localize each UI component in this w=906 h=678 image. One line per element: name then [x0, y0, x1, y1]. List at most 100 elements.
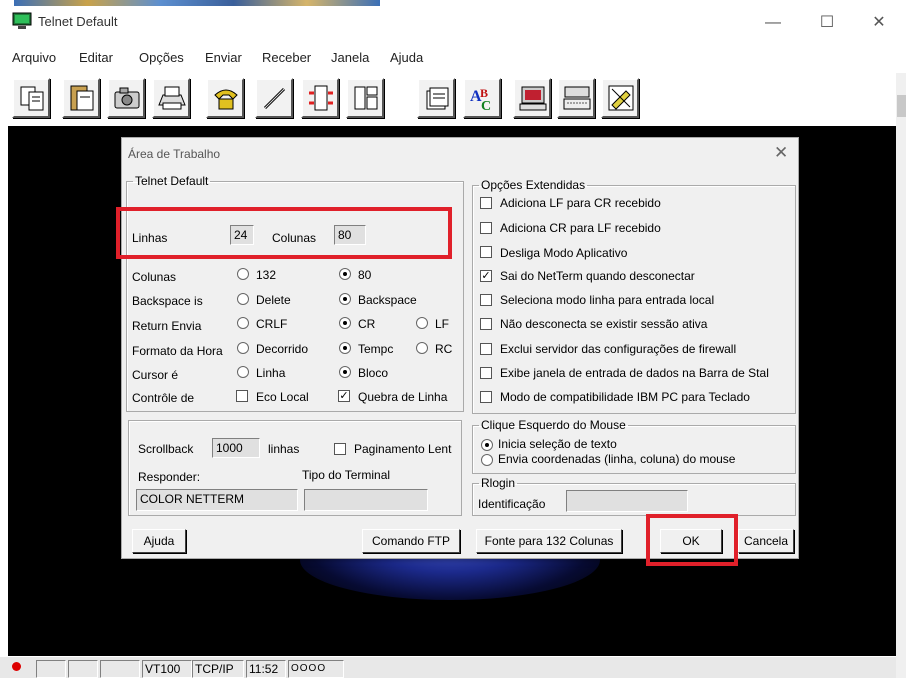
radio-bloco-label: Bloco	[358, 366, 389, 380]
print-icon[interactable]	[152, 78, 190, 118]
radio-crlf[interactable]	[237, 317, 249, 329]
paste-icon[interactable]	[62, 78, 100, 118]
identificacao-field[interactable]	[566, 490, 688, 512]
scrollback-label: Scrollback	[138, 442, 194, 456]
menu-enviar[interactable]: Enviar	[205, 50, 242, 65]
scrollbar-thumb[interactable]	[897, 95, 906, 117]
menu-opcoes[interactable]: Opções	[139, 50, 184, 65]
color-icon[interactable]	[601, 78, 639, 118]
ext-label-8: Modo de compatibilidade IBM PC para Tecl…	[500, 390, 750, 404]
row-hora-label: Formato da Hora	[132, 344, 223, 358]
help-button[interactable]: Ajuda	[132, 529, 186, 553]
ext-checkbox-6[interactable]	[480, 343, 492, 355]
group-telnet-default-label: Telnet Default	[135, 174, 209, 188]
ftp-command-button[interactable]: Comando FTP	[362, 529, 460, 553]
radio-delete-label: Delete	[256, 293, 291, 307]
radio-132[interactable]	[237, 268, 249, 280]
radio-lf[interactable]	[416, 317, 428, 329]
ext-checkbox-1[interactable]	[480, 222, 492, 234]
close-button[interactable]: ✕	[856, 10, 902, 36]
radio-inicia-selecao-label: Inicia seleção de texto	[498, 437, 617, 451]
radio-rc[interactable]	[416, 342, 428, 354]
group-mouse-label: Clique Esquerdo do Mouse	[481, 418, 626, 432]
highlight-linhas-colunas	[116, 207, 452, 259]
status-proto: TCP/IP	[192, 660, 244, 678]
ext-label-6: Exclui servidor das configurações de fir…	[500, 342, 737, 356]
menu-arquivo[interactable]: Arquivo	[12, 50, 56, 65]
layout-icon[interactable]	[346, 78, 384, 118]
ext-checkbox-7[interactable]	[480, 367, 492, 379]
row-controle-label: Contrôle de	[132, 391, 195, 405]
ext-label-1: Adiciona CR para LF recebido	[500, 221, 661, 235]
scrollback-field[interactable]: 1000	[212, 438, 260, 458]
radio-backspace-label: Backspace	[358, 293, 417, 307]
transfer-icon[interactable]	[301, 78, 339, 118]
cancel-button[interactable]: Cancela	[738, 529, 794, 553]
ext-label-5: Não desconecta se existir sessão ativa	[500, 317, 708, 331]
checkbox-quebra-linha-label: Quebra de Linha	[358, 390, 448, 404]
status-time: 11:52	[246, 660, 286, 678]
identificacao-label: Identificação	[478, 497, 546, 511]
radio-envia-coordenadas-label: Envia coordenadas (linha, coluna) do mou…	[498, 452, 736, 466]
ext-checkbox-2[interactable]	[480, 246, 492, 258]
maximize-button[interactable]: ☐	[804, 10, 850, 36]
radio-envia-coordenadas[interactable]	[481, 454, 493, 466]
responder-field[interactable]: COLOR NETTERM	[136, 489, 298, 511]
files-icon[interactable]	[417, 78, 455, 118]
radio-tempo[interactable]	[339, 342, 351, 354]
radio-backspace[interactable]	[339, 293, 351, 305]
menu-janela[interactable]: Janela	[331, 50, 369, 65]
spellcheck-icon[interactable]: ABC	[463, 78, 501, 118]
menu-receber[interactable]: Receber	[262, 50, 311, 65]
vertical-scrollbar[interactable]	[896, 73, 906, 678]
menu-editar[interactable]: Editar	[79, 50, 113, 65]
status-term: VT100	[142, 660, 192, 678]
app-icon	[12, 12, 32, 30]
radio-linha[interactable]	[237, 366, 249, 378]
checkbox-quebra-linha[interactable]: ✓	[338, 390, 350, 402]
tipo-terminal-field[interactable]	[304, 489, 428, 511]
tipo-terminal-label: Tipo do Terminal	[302, 468, 391, 482]
radio-decorrido-label: Decorrido	[256, 342, 309, 356]
checkbox-paginamento[interactable]	[334, 443, 346, 455]
row-cursor-label: Cursor é	[132, 368, 179, 382]
camera-icon[interactable]	[107, 78, 145, 118]
checkbox-eco-local-label: Eco Local	[256, 390, 309, 404]
font-132-button[interactable]: Fonte para 132 Colunas	[476, 529, 622, 553]
ext-label-4: Seleciona modo linha para entrada local	[500, 293, 715, 307]
radio-inicia-selecao[interactable]	[481, 439, 493, 451]
background-strip	[14, 0, 380, 6]
radio-132-label: 132	[256, 268, 277, 282]
status-cell-blank1	[36, 660, 66, 678]
radio-lf-label: LF	[435, 317, 450, 331]
ext-checkbox-8[interactable]	[480, 391, 492, 403]
checkbox-eco-local[interactable]	[236, 390, 248, 402]
edit-icon[interactable]	[255, 78, 293, 118]
radio-80[interactable]	[339, 268, 351, 280]
svg-text:B: B	[480, 86, 488, 100]
status-cell-blank2	[68, 660, 98, 678]
radio-bloco[interactable]	[339, 366, 351, 378]
radio-decorrido[interactable]	[237, 342, 249, 354]
minimize-button[interactable]: —	[750, 10, 796, 36]
ext-checkbox-5[interactable]	[480, 318, 492, 330]
ext-checkbox-3[interactable]: ✓	[480, 270, 492, 282]
ext-label-2: Desliga Modo Aplicativo	[500, 246, 628, 260]
group-opcoes-extendidas-label: Opções Extendidas	[481, 178, 586, 192]
ext-checkbox-4[interactable]	[480, 294, 492, 306]
copy-icon[interactable]	[12, 78, 50, 118]
radio-80-label: 80	[358, 268, 372, 282]
menu-ajuda[interactable]: Ajuda	[390, 50, 423, 65]
radio-cr[interactable]	[339, 317, 351, 329]
terminal-icon[interactable]	[513, 78, 551, 118]
radio-cr-label: CR	[358, 317, 376, 331]
phone-icon[interactable]	[206, 78, 244, 118]
radio-crlf-label: CRLF	[256, 317, 288, 331]
dialog-title: Área de Trabalho	[128, 147, 221, 161]
dialog-close-icon[interactable]: ✕	[774, 143, 788, 163]
radio-delete[interactable]	[237, 293, 249, 305]
row-backspace-label: Backspace is	[132, 294, 203, 308]
ext-checkbox-0[interactable]	[480, 197, 492, 209]
keyboard-icon[interactable]	[557, 78, 595, 118]
status-cell-blank3	[100, 660, 140, 678]
